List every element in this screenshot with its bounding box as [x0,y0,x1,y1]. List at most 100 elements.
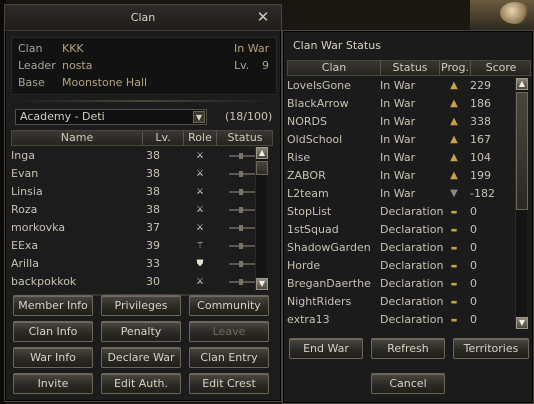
member-level: 30 [146,275,160,288]
col-clan[interactable]: Clan [288,61,380,75]
col-score[interactable]: Score [471,61,531,75]
member-row[interactable]: Linsia 38 ⚔ [11,183,257,201]
war-table-header: Clan Status Prog. Score [287,60,531,76]
war-row[interactable]: ShadowGarden Declaration ▬ 0 [287,239,513,257]
war-score: 0 [470,259,477,272]
status-indicator [229,279,255,285]
war-row[interactable]: extra13 Declaration ▬ 0 [287,311,513,329]
end-war-button[interactable]: End War [289,338,363,359]
dash-icon: ▬ [450,244,458,252]
war-clan-name: ZABOR [287,169,326,182]
war-score: 0 [470,277,477,290]
base-label: Base [18,76,45,89]
penalty-button[interactable]: Penalty [101,321,181,342]
dash-icon: ▬ [450,208,458,216]
war-row[interactable]: L2team In War ▼ -182 [287,185,513,203]
member-count: (18/100) [225,110,273,123]
scroll-down-icon[interactable]: ▼ [256,278,268,290]
col-name[interactable]: Name [12,131,142,145]
war-clan-name: NightRiders [287,295,352,308]
clan-window: Clan ✕ Clan KKK In War Leader nosta Lv. … [4,4,282,402]
edit-auth-button[interactable]: Edit Auth. [101,373,181,394]
member-row[interactable]: backpokkok 30 ⚔ [11,273,257,291]
clan-level: 9 [262,59,269,72]
war-clan-name: LoveIsGone [287,79,351,92]
subunit-dropdown[interactable]: Academy - Deti ▼ [15,109,207,125]
member-info-button[interactable]: Member Info [13,295,93,316]
war-row[interactable]: LoveIsGone In War ▲ 229 [287,77,513,95]
game-scene-background [470,0,534,30]
crossed-swords-icon: ⚔ [195,277,205,287]
member-row[interactable]: Inga 38 ⚔ [11,147,257,165]
divider [15,100,273,102]
war-scrollbar[interactable]: ▲ ▼ [515,78,528,330]
member-level: 38 [146,203,160,216]
war-row[interactable]: Rise In War ▲ 104 [287,149,513,167]
war-clan-name: StopList [287,205,332,218]
war-score: 104 [470,151,491,164]
war-row[interactable]: ZABOR In War ▲ 199 [287,167,513,185]
scroll-up-icon[interactable]: ▲ [516,78,528,90]
status-indicator [229,207,255,213]
clan-entry-button[interactable]: Clan Entry [189,347,269,368]
refresh-button[interactable]: Refresh [371,338,445,359]
scroll-up-icon[interactable]: ▲ [256,147,268,159]
war-row[interactable]: BlackArrow In War ▲ 186 [287,95,513,113]
col-status[interactable]: Status [381,61,439,75]
war-row[interactable]: StopList Declaration ▬ 0 [287,203,513,221]
war-clan-name: Horde [287,259,321,272]
col-status[interactable]: Status [217,131,273,145]
level-label: Lv. [234,59,250,72]
edit-crest-button[interactable]: Edit Crest [189,373,269,394]
war-row[interactable]: BreganDaerthe Declaration ▬ 0 [287,275,513,293]
up-arrow-icon: ▲ [450,116,458,127]
member-level: 33 [146,257,160,270]
member-row[interactable]: Arilla 33 ⛊ [11,255,257,273]
war-row[interactable]: NORDS In War ▲ 338 [287,113,513,131]
war-clan-name: BreganDaerthe [287,277,371,290]
member-row[interactable]: morkovka 37 ⚔ [11,219,257,237]
invite-button[interactable]: Invite [13,373,93,394]
cancel-button[interactable]: Cancel [371,373,445,394]
war-status: In War [380,133,416,146]
declare-war-button[interactable]: Declare War [101,347,181,368]
community-button[interactable]: Community [189,295,269,316]
staff-icon: ⚚ [195,241,205,251]
member-name: Inga [11,149,35,162]
member-row[interactable]: Roza 38 ⚔ [11,201,257,219]
scroll-thumb[interactable] [256,161,268,175]
member-table-header: Name Lv. Role Status [11,130,273,146]
member-row[interactable]: EExa 39 ⚚ [11,237,257,255]
col-role[interactable]: Role [184,131,216,145]
close-icon[interactable]: ✕ [255,9,271,25]
chevron-down-icon[interactable]: ▼ [193,111,205,123]
member-row[interactable]: Evan 38 ⚔ [11,165,257,183]
leave-button[interactable]: Leave [189,321,269,342]
member-level: 39 [146,239,160,252]
war-clan-name: BlackArrow [287,97,349,110]
clan-war-title: Clan War Status [293,39,381,52]
war-score: 338 [470,115,491,128]
col-level[interactable]: Lv. [143,131,183,145]
privileges-button[interactable]: Privileges [101,295,181,316]
crossed-swords-icon: ⚔ [195,187,205,197]
col-prog[interactable]: Prog. [440,61,470,75]
clan-info-panel: Clan KKK In War Leader nosta Lv. 9 Base … [11,37,277,95]
war-info-button[interactable]: War Info [13,347,93,368]
scroll-down-icon[interactable]: ▼ [516,317,528,329]
war-row[interactable]: Horde Declaration ▬ 0 [287,257,513,275]
scroll-thumb[interactable] [516,92,528,210]
war-status: In War [380,151,416,164]
status-indicator [229,261,255,267]
territories-button[interactable]: Territories [453,338,529,359]
member-level: 38 [146,167,160,180]
member-name: backpokkok [11,275,77,288]
war-row[interactable]: 1stSquad Declaration ▬ 0 [287,221,513,239]
war-clan-name: L2team [287,187,329,200]
war-row[interactable]: NightRiders Declaration ▬ 0 [287,293,513,311]
member-scrollbar[interactable]: ▲ ▼ [255,147,268,291]
up-arrow-icon: ▲ [450,80,458,91]
war-score: 0 [470,223,477,236]
war-row[interactable]: OldSchool In War ▲ 167 [287,131,513,149]
clan-info-button[interactable]: Clan Info [13,321,93,342]
